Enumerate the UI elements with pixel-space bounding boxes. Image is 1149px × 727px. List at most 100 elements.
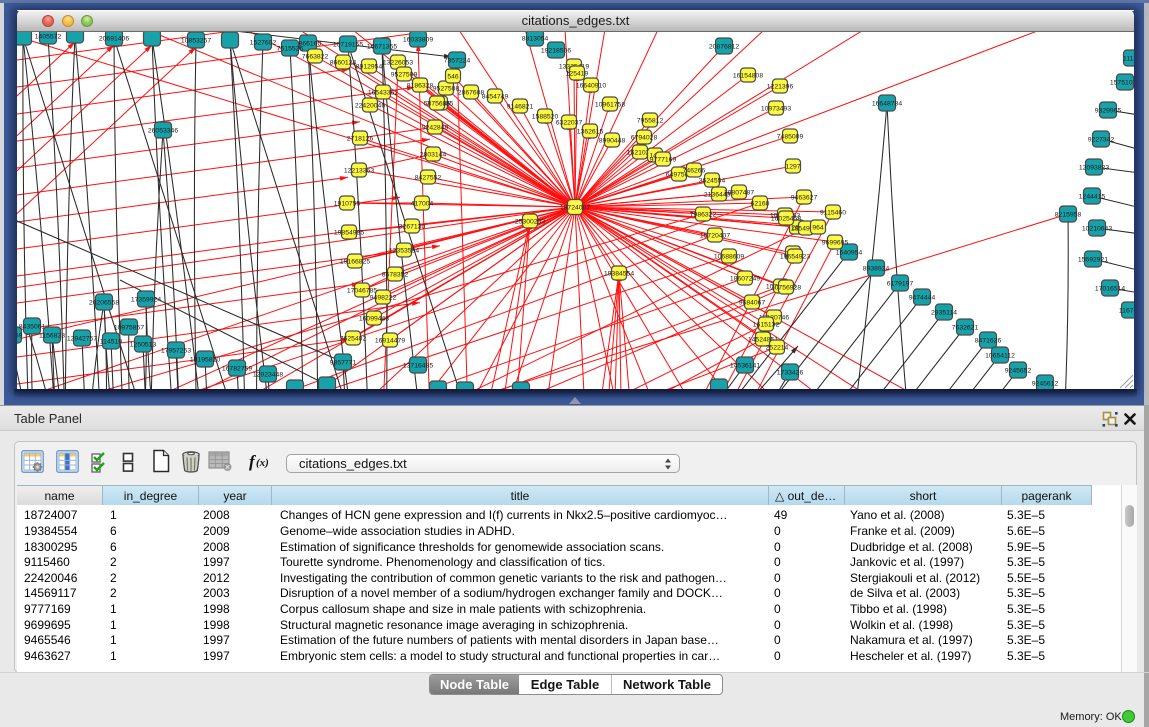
svg-text:8471626: 8471626 — [975, 337, 1002, 344]
svg-text:7625402: 7625402 — [340, 335, 367, 342]
svg-text:9329965: 9329965 — [1095, 107, 1122, 114]
svg-text:9857771: 9857771 — [330, 359, 357, 366]
svg-text:9227342: 9227342 — [1088, 136, 1115, 143]
svg-text:8990448: 8990448 — [599, 137, 626, 144]
svg-text:9463627: 9463627 — [791, 194, 818, 201]
svg-text:2935114: 2935114 — [931, 309, 957, 316]
svg-text:2867608: 2867608 — [458, 89, 485, 96]
svg-text:1733426: 1733426 — [777, 369, 804, 376]
svg-text:16154808: 16154808 — [733, 72, 763, 79]
svg-text:11123: 11123 — [1123, 55, 1134, 62]
svg-text:16033809: 16033809 — [403, 36, 433, 43]
svg-text:6179197: 6179197 — [887, 280, 914, 287]
svg-text:5875685: 5875685 — [424, 100, 451, 107]
svg-text:8912954: 8912954 — [356, 63, 383, 70]
svg-text:8186328: 8186328 — [407, 82, 434, 89]
svg-text:17016514: 17016514 — [1095, 285, 1125, 292]
svg-text:9684067: 9684067 — [739, 299, 766, 306]
svg-text:1640954: 1640954 — [836, 249, 863, 256]
svg-text:8435061: 8435061 — [19, 323, 46, 330]
svg-text:6794028: 6794028 — [631, 134, 658, 141]
svg-text:1527602: 1527602 — [250, 39, 277, 46]
svg-text:7955812: 7955812 — [637, 117, 664, 124]
svg-text:9245652: 9245652 — [1005, 367, 1032, 374]
svg-text:16640910: 16640910 — [576, 82, 606, 89]
svg-text:2803144: 2803144 — [420, 151, 447, 158]
svg-text:9777169: 9777169 — [650, 156, 677, 163]
svg-text:12923448: 12923448 — [253, 371, 283, 378]
svg-text:16648784: 16648784 — [872, 100, 902, 107]
svg-text:10210643: 10210643 — [1082, 225, 1112, 232]
svg-text:20206558: 20206558 — [89, 299, 119, 306]
svg-text:19384554: 19384554 — [604, 270, 634, 277]
svg-text:20691406: 20691406 — [99, 35, 129, 42]
svg-text:10973493: 10973493 — [761, 105, 791, 112]
svg-text:19854985: 19854985 — [334, 229, 364, 236]
svg-text:417004: 417004 — [411, 200, 434, 207]
svg-text:8813054: 8813054 — [522, 35, 549, 42]
svg-text:9699695: 9699695 — [822, 239, 849, 246]
svg-text:10654112: 10654112 — [985, 352, 1015, 359]
svg-text:62160: 62160 — [751, 200, 770, 207]
svg-text:1362615: 1362615 — [577, 128, 604, 135]
svg-text:12093823: 12093823 — [1079, 164, 1109, 171]
svg-text:10195810: 10195810 — [190, 356, 220, 363]
svg-text:9527509: 9527509 — [391, 71, 418, 78]
svg-text:9146821: 9146821 — [507, 103, 534, 110]
svg-text:17957253: 17957253 — [161, 347, 191, 354]
svg-text:7663822: 7663822 — [302, 53, 329, 60]
svg-text:1910755: 1910755 — [334, 200, 361, 207]
svg-text:15751074: 15751074 — [1110, 79, 1134, 86]
svg-text:125419: 125419 — [566, 70, 589, 77]
svg-text:15720407: 15720407 — [700, 232, 730, 239]
svg-text:3267130: 3267130 — [399, 223, 426, 230]
svg-text:8938924: 8938924 — [863, 265, 890, 272]
svg-text:10853257: 10853257 — [181, 37, 211, 44]
svg-text:1221396: 1221396 — [767, 83, 794, 90]
svg-text:1297: 1297 — [785, 163, 800, 170]
svg-text:20876812: 20876812 — [709, 43, 739, 50]
svg-text:(x): (x) — [256, 457, 269, 469]
svg-text:8454749: 8454749 — [482, 93, 509, 100]
svg-text:10975857: 10975857 — [114, 324, 144, 331]
svg-text:7515526: 7515526 — [277, 45, 304, 52]
svg-text:9115460: 9115460 — [820, 209, 846, 216]
svg-text:16782759: 16782759 — [222, 365, 252, 372]
svg-text:16671355: 16671355 — [367, 43, 397, 50]
svg-text:9242848: 9242848 — [422, 124, 449, 131]
svg-text:12213363: 12213363 — [344, 167, 374, 174]
svg-text:6322037: 6322037 — [556, 119, 583, 126]
svg-text:1156823: 1156823 — [39, 332, 65, 339]
svg-text:25300203: 25300203 — [515, 218, 545, 225]
svg-text:16914479: 16914479 — [375, 337, 405, 344]
svg-text:22420046: 22420046 — [355, 102, 385, 109]
svg-text:39159: 39159 — [17, 332, 23, 339]
svg-text:18724007: 18724007 — [560, 204, 590, 211]
svg-text:8215958: 8215958 — [1055, 211, 1082, 218]
svg-text:17359924: 17359924 — [131, 296, 161, 303]
svg-text:8678352: 8678352 — [382, 271, 409, 278]
svg-text:13226053: 13226053 — [383, 59, 413, 66]
svg-text:252214: 252214 — [766, 344, 789, 351]
svg-text:19166825: 19166825 — [340, 258, 370, 265]
svg-text:19654923: 19654923 — [780, 253, 810, 260]
svg-text:10719155: 10719155 — [333, 41, 363, 48]
svg-text:10025458: 10025458 — [771, 215, 801, 222]
svg-text:2718126: 2718126 — [347, 135, 374, 142]
svg-text:9498222: 9498222 — [370, 294, 397, 301]
svg-text:15692921: 15692921 — [1078, 256, 1108, 263]
svg-text:26053346: 26053346 — [148, 127, 178, 134]
svg-text:7485009: 7485009 — [777, 133, 804, 140]
svg-text:14536141: 14536141 — [730, 362, 760, 369]
svg-text:746266: 746266 — [683, 167, 706, 174]
svg-text:9527508: 9527508 — [433, 85, 460, 92]
svg-text:546: 546 — [447, 73, 459, 80]
svg-text:964: 964 — [812, 224, 824, 231]
svg-text:8427552: 8427552 — [415, 174, 442, 181]
svg-text:116753: 116753 — [1119, 307, 1134, 314]
svg-text:18607249: 18607249 — [730, 275, 760, 282]
svg-text:10756928: 10756928 — [771, 284, 801, 291]
svg-text:10807487: 10807487 — [724, 189, 754, 196]
svg-text:7632621: 7632621 — [952, 324, 979, 331]
svg-text:7357224: 7357224 — [444, 57, 471, 64]
